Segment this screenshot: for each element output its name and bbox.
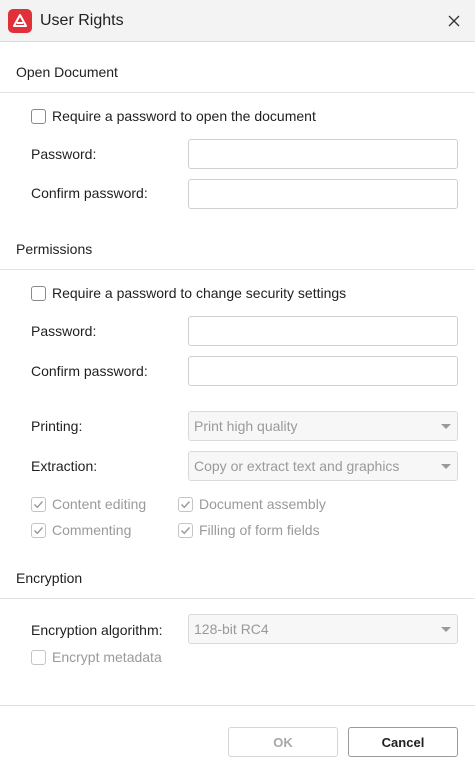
- commenting-label: Commenting: [52, 522, 132, 538]
- open-confirm-password-input[interactable]: [188, 179, 458, 209]
- extraction-label: Extraction:: [31, 458, 98, 474]
- permissions-password-input[interactable]: [188, 316, 458, 346]
- printing-label: Printing:: [31, 418, 83, 434]
- encryption-algorithm-select[interactable]: 128-bit RC4: [188, 614, 458, 644]
- cancel-button[interactable]: Cancel: [348, 727, 458, 757]
- require-permissions-password-label: Require a password to change security se…: [52, 285, 347, 301]
- footer-divider: [0, 705, 475, 706]
- title-bar: User Rights: [0, 0, 475, 42]
- chevron-down-icon: [441, 464, 451, 469]
- encrypt-metadata-label: Encrypt metadata: [52, 649, 162, 665]
- open-document-section-title: Open Document: [16, 64, 118, 80]
- divider: [0, 92, 475, 93]
- content-editing-label: Content editing: [52, 496, 147, 512]
- printing-select-value: Print high quality: [194, 418, 298, 434]
- require-permissions-password-checkbox[interactable]: [31, 285, 46, 301]
- encryption-algorithm-value: 128-bit RC4: [194, 621, 269, 637]
- encryption-section-title: Encryption: [16, 570, 83, 586]
- document-assembly-checkbox[interactable]: [178, 496, 193, 512]
- close-button[interactable]: [441, 8, 467, 34]
- open-password-input[interactable]: [188, 139, 458, 169]
- filling-form-fields-label: Filling of form fields: [199, 522, 320, 538]
- printing-select[interactable]: Print high quality: [188, 411, 458, 441]
- commenting-checkbox[interactable]: [31, 522, 46, 538]
- encrypt-metadata-checkbox[interactable]: [31, 649, 46, 665]
- checkmark-icon: [34, 500, 44, 508]
- open-password-label: Password:: [31, 146, 97, 162]
- open-confirm-password-label: Confirm password:: [31, 185, 148, 201]
- divider: [0, 598, 475, 599]
- require-open-password-checkbox[interactable]: [31, 108, 46, 124]
- document-assembly-label: Document assembly: [199, 496, 326, 512]
- checkmark-icon: [181, 500, 191, 508]
- document-assembly-option[interactable]: Document assembly: [178, 495, 326, 513]
- filling-form-fields-checkbox[interactable]: [178, 522, 193, 538]
- ok-button[interactable]: OK: [228, 727, 338, 757]
- permissions-password-label: Password:: [31, 323, 97, 339]
- filling-form-fields-option[interactable]: Filling of form fields: [178, 521, 320, 539]
- app-logo-icon: [8, 9, 32, 33]
- checkmark-icon: [34, 526, 44, 534]
- content-editing-checkbox[interactable]: [31, 496, 46, 512]
- divider: [0, 269, 475, 270]
- encrypt-metadata-option[interactable]: Encrypt metadata: [31, 648, 162, 666]
- dialog-title: User Rights: [40, 12, 124, 29]
- require-permissions-password-option[interactable]: Require a password to change security se…: [31, 284, 346, 302]
- permissions-section-title: Permissions: [16, 241, 93, 257]
- require-open-password-option[interactable]: Require a password to open the document: [31, 107, 316, 125]
- commenting-option[interactable]: Commenting: [31, 521, 131, 539]
- content-editing-option[interactable]: Content editing: [31, 495, 146, 513]
- require-open-password-label: Require a password to open the document: [52, 108, 316, 124]
- chevron-down-icon: [441, 424, 451, 429]
- close-icon: [448, 15, 460, 27]
- checkmark-icon: [181, 526, 191, 534]
- encryption-algorithm-label: Encryption algorithm:: [31, 622, 163, 638]
- chevron-down-icon: [441, 627, 451, 632]
- extraction-select[interactable]: Copy or extract text and graphics: [188, 451, 458, 481]
- permissions-confirm-password-label: Confirm password:: [31, 363, 148, 379]
- permissions-confirm-password-input[interactable]: [188, 356, 458, 386]
- extraction-select-value: Copy or extract text and graphics: [194, 458, 400, 474]
